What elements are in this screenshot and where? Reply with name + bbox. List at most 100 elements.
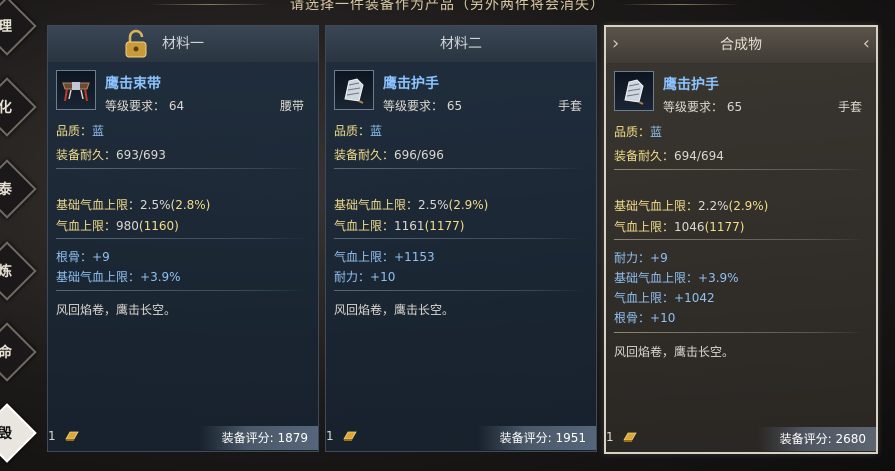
item-name: 鹰击护手 [663, 77, 719, 93]
equip-slot: 腰带 [279, 99, 304, 113]
base-stat-extra: (1177) [704, 220, 745, 234]
durability-value: 694/694 [674, 149, 724, 163]
belt-item-icon[interactable] [56, 70, 96, 110]
gauntlet-item-icon[interactable] [334, 70, 374, 110]
durability-row: 装备耐久：694/694 [614, 147, 724, 164]
score-value: 1879 [277, 431, 308, 445]
bonus-stat-value: +9 [92, 250, 110, 264]
card-title: 材料一 [162, 36, 204, 52]
bonus-stat-row: 根骨：+10 [614, 309, 675, 326]
equipment-score: 装备评分: 1951 [477, 426, 596, 450]
bonus-stat-label: 根骨： [56, 250, 93, 264]
side-tab-6-label: 毁 [0, 426, 12, 442]
gold-ingot-icon [623, 432, 637, 442]
bonus-stat-value: +3.9% [140, 270, 181, 284]
base-stat-extra: (1177) [424, 219, 465, 233]
quality-row: 品质：蓝 [614, 123, 662, 140]
divider [56, 168, 306, 169]
equipment-score: 装备评分: 1879 [199, 426, 318, 450]
base-stat-value: 980 [116, 219, 139, 233]
base-stat-extra: (1160) [138, 219, 179, 233]
durability-value: 693/693 [116, 148, 166, 162]
quality-label: 品质： [334, 124, 371, 138]
equip-slot: 手套 [837, 100, 862, 114]
base-stat-label: 气血上限： [614, 220, 675, 234]
result-card[interactable]: › 合成物 ‹ 鹰击护手 等级要求： 65 手套 品质：蓝 装备耐久：694/6… [604, 25, 878, 454]
divider [334, 168, 584, 169]
base-stat-row: 气血上限：1046(1177) [614, 218, 744, 235]
level-requirement-value: 64 [168, 99, 185, 113]
side-tab-1-label: 理 [0, 19, 12, 35]
divider [614, 169, 864, 170]
base-stat-value: 1161 [394, 219, 425, 233]
base-stat-label: 基础气血上限： [614, 199, 699, 213]
material-card-2[interactable]: 材料二 鹰击护手 等级要求： 65 手套 品质：蓝 装备耐久：696/696 基… [325, 25, 597, 452]
card-title: 合成物 [720, 37, 762, 53]
bonus-stat-label: 基础气血上限： [614, 271, 699, 285]
base-stat-row: 基础气血上限：2.2%(2.9%) [614, 197, 768, 214]
bonus-stat-row: 根骨：+9 [56, 248, 110, 265]
base-stat-value: 2.5% [140, 198, 171, 212]
quality-value: 蓝 [370, 124, 383, 138]
durability-row: 装备耐久：696/696 [334, 146, 444, 163]
card-title: 材料二 [440, 36, 482, 52]
divider [56, 238, 306, 239]
quality-label: 品质： [614, 125, 651, 139]
level-requirement: 等级要求： 64 [105, 97, 184, 114]
divider [56, 290, 306, 291]
bonus-stat-value: +1042 [674, 291, 715, 305]
quality-label: 品质： [56, 124, 93, 138]
bonus-stat-row: 耐力：+9 [614, 249, 668, 266]
gauntlet-item-icon[interactable] [614, 71, 654, 111]
base-stat-label: 基础气血上限： [334, 198, 419, 212]
base-stat-value: 2.5% [418, 198, 449, 212]
side-tab-2-label: 化 [0, 100, 12, 116]
score-label: 装备评分: [779, 432, 832, 446]
divider [334, 238, 584, 239]
effect-text: 风回焰卷，鹰击长空。 [56, 303, 177, 317]
divider [614, 332, 864, 333]
base-stat-value: 2.2% [698, 199, 729, 213]
level-requirement-value: 65 [446, 99, 463, 113]
bonus-stat-row: 耐力：+10 [334, 268, 395, 285]
level-requirement-label: 等级要求： [105, 99, 166, 113]
base-stat-row: 气血上限：980(1160) [56, 217, 179, 234]
score-label: 装备评分: [499, 431, 552, 445]
bonus-stat-label: 耐力： [614, 251, 651, 265]
bonus-stat-value: +1153 [394, 250, 435, 264]
bonus-stat-label: 气血上限： [334, 250, 395, 264]
durability-label: 装备耐久： [614, 149, 675, 163]
score-value: 1951 [555, 431, 586, 445]
item-count: 1 [48, 429, 56, 443]
equipment-score: 装备评分: 2680 [757, 427, 876, 451]
base-stat-extra: (2.8%) [170, 198, 211, 212]
equip-slot: 手套 [557, 99, 582, 113]
bonus-stat-row: 基础气血上限：+3.9% [56, 268, 181, 285]
bonus-stat-value: +9 [650, 251, 668, 265]
effect-text: 风回焰卷，鹰击长空。 [334, 303, 455, 317]
quality-value: 蓝 [92, 124, 105, 138]
score-value: 2680 [835, 432, 866, 446]
level-requirement-label: 等级要求： [383, 99, 444, 113]
score-label: 装备评分: [221, 431, 274, 445]
durability-label: 装备耐久： [334, 148, 395, 162]
base-stat-label: 气血上限： [334, 219, 395, 233]
level-requirement-label: 等级要求： [663, 100, 724, 114]
bonus-stat-value: +10 [370, 270, 396, 284]
durability-row: 装备耐久：693/693 [56, 146, 166, 163]
gold-ingot-icon [343, 431, 357, 441]
bonus-stat-value: +3.9% [698, 271, 739, 285]
material-card-1[interactable]: 材料一 鹰击束带 等级要求： 64 腰带 品质：蓝 装备耐久：693/693 基… [47, 25, 319, 452]
base-stat-extra: (2.9%) [728, 199, 769, 213]
bonus-stat-row: 基础气血上限：+3.9% [614, 269, 739, 286]
level-requirement: 等级要求： 65 [663, 98, 742, 115]
card-header: › 合成物 ‹ [606, 27, 876, 63]
unlock-icon[interactable] [120, 28, 152, 60]
card-header: 材料一 [48, 26, 318, 62]
divider [334, 290, 584, 291]
chevron-left-icon: ‹ [862, 33, 870, 54]
base-stat-label: 气血上限： [56, 219, 117, 233]
durability-value: 696/696 [394, 148, 444, 162]
effect-text: 风回焰卷，鹰击长空。 [614, 345, 735, 359]
base-stat-row: 基础气血上限：2.5%(2.8%) [56, 196, 210, 213]
